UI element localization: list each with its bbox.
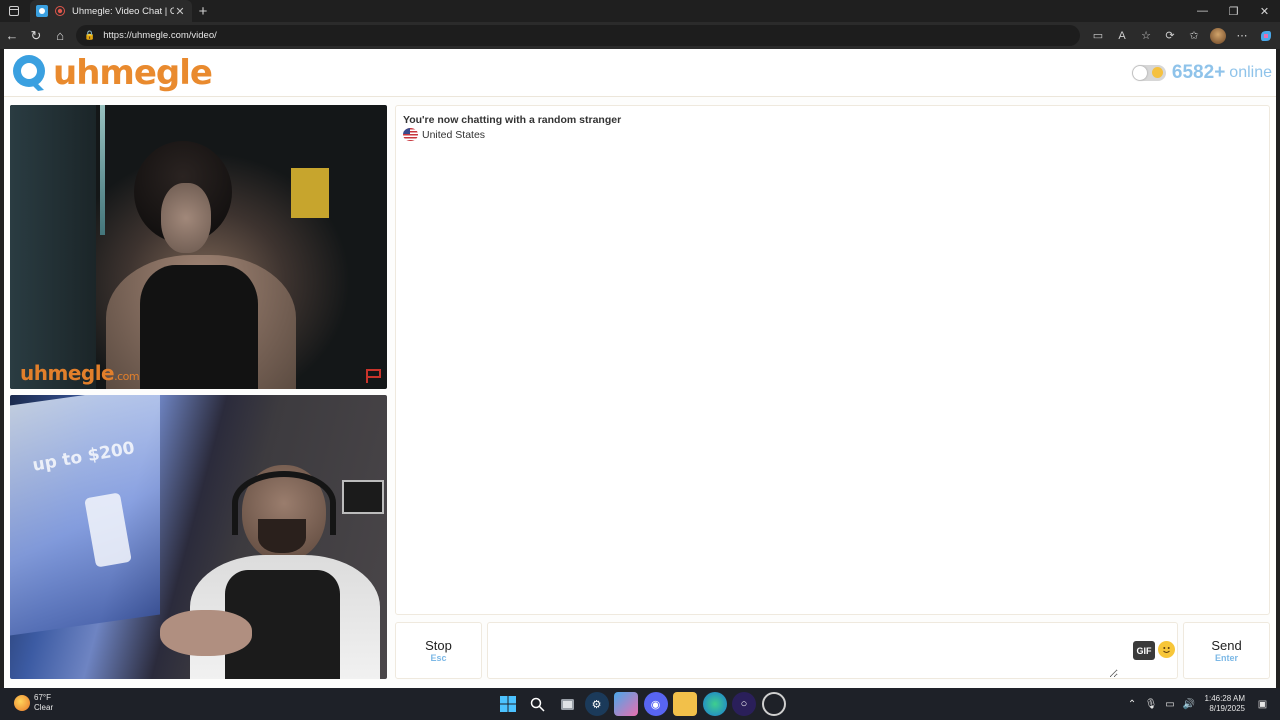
volume-icon[interactable]: 🔊 [1180,699,1199,710]
door-shape [10,105,96,389]
browser-refresh-sync-icon[interactable]: ⟳ [1158,22,1182,49]
copilot-icon[interactable] [1254,22,1278,49]
online-label: online [1229,64,1272,81]
gif-button[interactable]: GIF [1133,641,1155,660]
tray-chevron-icon[interactable]: ⌃ [1123,699,1142,710]
clock-date: 8/19/2025 [1209,704,1245,713]
send-shortcut: Enter [1214,653,1238,663]
stranger-country: United States [403,128,1262,141]
weather-icon [14,695,30,711]
minimize-icon[interactable]: — [1187,0,1218,22]
steam-icon[interactable]: ⚙ [584,692,609,716]
report-flag-icon[interactable] [365,368,383,384]
message-box: GIF [487,622,1178,679]
chat-controls: Stop Esc GIF Send Enter [395,622,1270,679]
favorites-icon[interactable]: ✩ [1182,22,1206,49]
browser-tab-bar: Uhmegle: Video Chat | Omegle ✕ + — ❐ ✕ [0,0,1280,22]
recording-indicator-icon [54,5,66,17]
search-icon[interactable] [526,692,550,716]
stranger-video: uhmegle.com [10,105,387,389]
weather-condition: Clear [34,703,54,712]
stop-label: Stop [425,638,452,653]
weather-widget[interactable]: 67°F Clear [14,693,53,713]
hand-shape [160,610,252,656]
read-aloud-icon[interactable]: A [1110,22,1134,49]
new-tab-icon[interactable]: + [192,0,214,22]
windows-taskbar: 67°F Clear ⚙ ◉ ○ ⌃ 🎙 ▭ 🔊 1:46:28 AM 8/19… [0,688,1280,720]
start-menu-icon[interactable] [496,692,520,716]
notifications-icon[interactable]: ▣ [1253,699,1272,710]
us-flag-icon [403,128,418,141]
site-favicon-icon [36,5,48,17]
send-button[interactable]: Send Enter [1183,622,1270,679]
tv-screen [10,395,160,636]
stop-shortcut: Esc [430,653,447,663]
site-header: uhmegle 6582+ online [4,49,1276,97]
online-count: 6582+ [1171,62,1226,83]
favorite-star-icon[interactable]: ☆ [1134,22,1158,49]
taskbar-apps: ⚙ ◉ ○ [496,692,791,716]
wall-sign [291,168,329,218]
self-video: up to $200 [10,395,387,679]
sun-icon [1151,67,1163,78]
led-strip [100,105,105,235]
online-counter: 6582+ online [1131,62,1272,84]
wall-frame [342,480,384,514]
logo-mark-icon [13,55,45,91]
country-name: United States [422,128,486,141]
tab-title: Uhmegle: Video Chat | Omegle [72,5,174,17]
clock[interactable]: 1:46:28 AM 8/19/2025 [1205,694,1245,714]
chat-status: You're now chatting with a random strang… [403,114,622,126]
theme-toggle[interactable] [1131,65,1166,81]
browser-tab-active[interactable]: Uhmegle: Video Chat | Omegle ✕ [30,0,192,22]
tab-actions-icon[interactable] [0,0,28,22]
temperature: 67°F [34,693,51,702]
uhmegle-watermark: uhmegle.com [20,361,140,385]
url-text: https://uhmegle.com/video/ [103,30,217,41]
profile-avatar[interactable] [1210,27,1226,44]
camera-permission-icon[interactable]: ▭ [1086,22,1110,49]
network-icon[interactable]: ▭ [1161,699,1180,710]
stop-button[interactable]: Stop Esc [395,622,482,679]
copilot-app-icon[interactable] [614,692,638,716]
edge-browser-icon[interactable] [702,692,727,716]
task-view-icon[interactable] [555,692,579,716]
tab-close-icon[interactable]: ✕ [174,5,186,18]
window-controls: — ❐ ✕ [1187,0,1280,22]
emoji-icon[interactable] [1158,641,1175,658]
face-shape [161,183,211,253]
refresh-icon[interactable]: ↻ [24,22,48,49]
logo-text: uhmegle [53,53,213,93]
window-close-icon[interactable]: ✕ [1249,0,1280,22]
web-page: uhmegle 6582+ online uhmegle.com up to $… [4,49,1276,688]
chat-log: You're now chatting with a random strang… [395,105,1270,615]
toggle-knob [1132,66,1147,80]
tank-top-shape [140,265,258,389]
message-input[interactable] [488,623,1118,678]
more-menu-icon[interactable]: ⋯ [1230,22,1254,49]
system-tray: ⌃ 🎙 ▭ 🔊 1:46:28 AM 8/19/2025 ▣ [1123,688,1272,720]
file-explorer-icon[interactable] [673,692,697,716]
discord-icon[interactable]: ◉ [643,692,668,716]
obs-icon[interactable]: ○ [732,692,756,716]
tracker-app-icon[interactable] [761,692,786,716]
beard-shape [258,519,306,553]
clock-time: 1:46:28 AM [1204,694,1245,703]
microphone-icon[interactable]: 🎙 [1142,699,1161,710]
site-logo[interactable]: uhmegle [10,53,213,93]
send-label: Send [1211,638,1242,653]
address-bar[interactable]: 🔒 https://uhmegle.com/video/ [76,25,1080,46]
maximize-icon[interactable]: ❐ [1218,0,1249,22]
home-icon[interactable]: ⌂ [48,22,72,49]
toolbar-right: ▭ A ☆ ⟳ ✩ ⋯ [1086,22,1278,49]
site-info-icon[interactable]: 🔒 [84,30,95,41]
back-icon[interactable]: ← [0,22,24,49]
browser-toolbar: ← ↻ ⌂ 🔒 https://uhmegle.com/video/ ▭ A ☆… [0,22,1280,49]
